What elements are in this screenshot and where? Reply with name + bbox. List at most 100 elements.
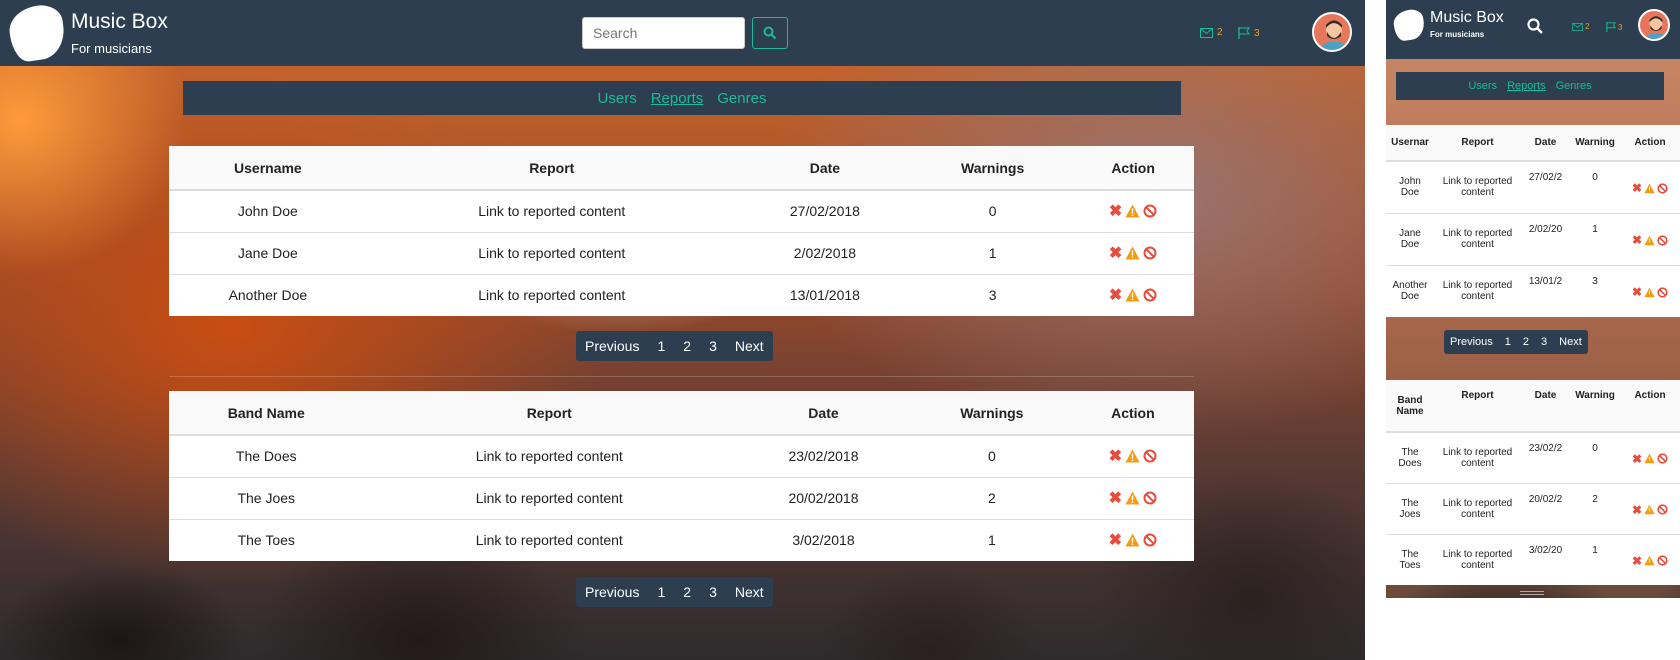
ban-icon[interactable] — [1143, 449, 1157, 463]
subnav-reports-link[interactable]: Reports — [651, 90, 704, 107]
delete-icon[interactable]: ✖ — [1109, 488, 1122, 508]
subnav-reports-link[interactable]: Reports — [1507, 80, 1546, 92]
subnav-genres-link[interactable]: Genres — [1556, 80, 1592, 92]
report-link[interactable]: Link to reported content — [366, 231, 737, 274]
ban-icon[interactable] — [1143, 246, 1157, 260]
warning-icon[interactable] — [1644, 235, 1655, 246]
flag-icon — [1238, 27, 1250, 39]
report-link[interactable]: Link to reported content — [366, 189, 737, 232]
resize-handle[interactable] — [1520, 591, 1544, 595]
ban-icon[interactable] — [1143, 288, 1157, 302]
report-link[interactable]: Link to reported content — [366, 273, 737, 316]
page-1-button[interactable]: 1 — [648, 338, 674, 354]
delete-icon[interactable]: ✖ — [1632, 554, 1642, 568]
desktop-view: Music Box For musicians 2 3 Users Report… — [0, 0, 1365, 660]
report-link[interactable]: Link to reported content — [363, 476, 735, 519]
report-link[interactable]: Link to reported content — [1434, 431, 1521, 483]
warning-icon[interactable] — [1125, 533, 1140, 547]
previous-page-button[interactable]: Previous — [576, 338, 648, 354]
logo-icon[interactable] — [1392, 8, 1426, 42]
delete-icon[interactable]: ✖ — [1632, 452, 1642, 466]
user-avatar[interactable] — [1638, 9, 1670, 41]
ban-icon[interactable] — [1657, 287, 1668, 298]
report-link[interactable]: Link to reported content — [1434, 212, 1521, 265]
ban-icon[interactable] — [1657, 234, 1668, 246]
table-row: The Does Link to reported content 23/02/… — [169, 434, 1194, 477]
admin-subnav: Users Reports Genres — [1396, 72, 1664, 100]
ban-icon[interactable] — [1657, 555, 1668, 566]
delete-icon[interactable]: ✖ — [1632, 181, 1642, 195]
warnings-cell: 1 — [1570, 212, 1620, 265]
delete-icon[interactable]: ✖ — [1632, 503, 1642, 517]
warning-icon[interactable] — [1125, 246, 1140, 260]
table-row: John Doe Link to reported content 27/02/… — [169, 189, 1194, 232]
user-avatar[interactable] — [1312, 12, 1352, 52]
delete-icon[interactable]: ✖ — [1632, 233, 1642, 247]
page-3-button[interactable]: 3 — [1535, 336, 1553, 348]
search-button[interactable] — [752, 17, 788, 49]
page-2-button[interactable]: 2 — [674, 338, 700, 354]
delete-icon[interactable]: ✖ — [1109, 201, 1122, 221]
flags-link[interactable]: 3 — [1606, 22, 1622, 32]
warning-icon[interactable] — [1644, 453, 1655, 464]
delete-icon[interactable]: ✖ — [1632, 285, 1642, 299]
table-row: The Toes Link to reported content 3/02/2… — [1386, 533, 1680, 585]
next-page-button[interactable]: Next — [726, 338, 773, 354]
col-warnings: Warnings — [913, 146, 1073, 191]
subnav-genres-link[interactable]: Genres — [717, 90, 766, 107]
warning-icon[interactable] — [1125, 449, 1140, 463]
page-2-button[interactable]: 2 — [674, 584, 700, 600]
messages-link[interactable]: 2 — [1200, 27, 1223, 38]
ban-icon[interactable] — [1143, 204, 1157, 218]
band-name-cell: The Joes — [1386, 482, 1434, 534]
envelope-icon — [1572, 22, 1583, 31]
date-cell: 3/02/2018 — [735, 518, 912, 561]
ban-icon[interactable] — [1143, 533, 1157, 547]
subnav-users-link[interactable]: Users — [598, 90, 637, 107]
messages-link[interactable]: 2 — [1572, 22, 1589, 31]
report-link[interactable]: Link to reported content — [363, 434, 735, 477]
page-3-button[interactable]: 3 — [700, 584, 726, 600]
warning-icon[interactable] — [1644, 183, 1655, 194]
warning-icon[interactable] — [1644, 504, 1655, 515]
previous-page-button[interactable]: Previous — [1444, 336, 1499, 348]
search-input[interactable] — [582, 17, 745, 49]
report-link[interactable]: Link to reported content — [1434, 160, 1521, 213]
brand-title[interactable]: Music Box — [1430, 9, 1504, 27]
subnav-users-link[interactable]: Users — [1468, 80, 1497, 92]
ban-icon[interactable] — [1657, 453, 1668, 464]
ban-icon[interactable] — [1657, 183, 1668, 194]
report-link[interactable]: Link to reported content — [1434, 533, 1521, 585]
page-2-button[interactable]: 2 — [1517, 336, 1535, 348]
delete-icon[interactable]: ✖ — [1109, 285, 1122, 305]
logo-icon[interactable] — [6, 2, 68, 64]
warning-icon[interactable] — [1644, 555, 1655, 566]
page-3-button[interactable]: 3 — [700, 338, 726, 354]
page-1-button[interactable]: 1 — [648, 584, 674, 600]
col-username: Username — [169, 146, 367, 191]
warning-icon[interactable] — [1125, 204, 1140, 218]
previous-page-button[interactable]: Previous — [576, 584, 648, 600]
flags-count: 3 — [1254, 27, 1260, 39]
delete-icon[interactable]: ✖ — [1109, 530, 1122, 550]
flags-link[interactable]: 3 — [1238, 27, 1260, 39]
delete-icon[interactable]: ✖ — [1109, 243, 1122, 263]
date-cell: 13/01/2018 — [736, 273, 914, 316]
ban-icon[interactable] — [1143, 491, 1157, 505]
report-link[interactable]: Link to reported content — [1434, 482, 1521, 534]
brand-title[interactable]: Music Box — [71, 10, 168, 34]
col-action: Action — [1620, 380, 1680, 433]
report-link[interactable]: Link to reported content — [1434, 264, 1521, 317]
table-row: The Joes Link to reported content 20/02/… — [169, 476, 1194, 519]
report-link[interactable]: Link to reported content — [363, 518, 735, 561]
search-icon[interactable] — [1527, 18, 1543, 34]
next-page-button[interactable]: Next — [726, 584, 773, 600]
next-page-button[interactable]: Next — [1553, 336, 1588, 348]
col-band-name: Band Name — [1386, 380, 1434, 433]
warning-icon[interactable] — [1125, 288, 1140, 302]
warning-icon[interactable] — [1644, 287, 1655, 298]
ban-icon[interactable] — [1657, 504, 1668, 515]
delete-icon[interactable]: ✖ — [1109, 446, 1122, 466]
page-1-button[interactable]: 1 — [1499, 336, 1517, 348]
warning-icon[interactable] — [1125, 491, 1140, 505]
